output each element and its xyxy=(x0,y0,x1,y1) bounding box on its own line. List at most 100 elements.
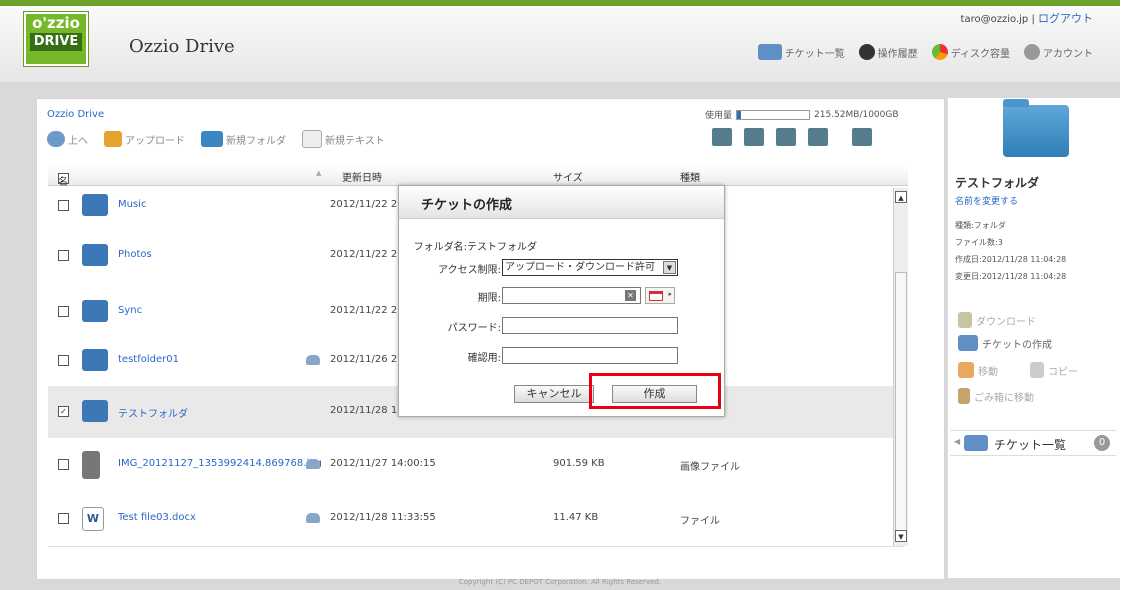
row-name[interactable]: Test file03.docx xyxy=(118,512,196,523)
row-name[interactable]: testfolder01 xyxy=(118,354,179,365)
row-checkbox[interactable]: ✓ xyxy=(58,406,69,417)
password-input[interactable] xyxy=(502,317,678,334)
row-type: 画像ファイル xyxy=(680,462,740,473)
sync-folder-icon xyxy=(82,300,108,322)
action-label: 移動 xyxy=(978,366,998,378)
logout-link[interactable]: ログアウト xyxy=(1038,12,1093,25)
ozzio-drive-logo[interactable]: o'zzio DRIVE xyxy=(24,12,88,66)
row-name[interactable]: Sync xyxy=(118,305,142,316)
row-date: 2012/11/22 2 xyxy=(330,249,398,260)
header-size[interactable]: サイズ xyxy=(553,169,583,184)
action-label: チケットの作成 xyxy=(982,339,1052,351)
separator: | xyxy=(1031,14,1035,25)
document-view-icon[interactable] xyxy=(712,128,732,146)
confirm-label: 確認用: xyxy=(467,353,501,364)
access-select-value: アップロード・ダウンロード許可 xyxy=(505,262,655,273)
row-size: 11.47 KB xyxy=(553,512,599,523)
chevron-down-icon[interactable]: ▼ xyxy=(663,261,676,274)
confirm-password-input[interactable] xyxy=(502,347,678,364)
folder-preview-icon xyxy=(1003,99,1069,157)
access-label: アクセス制限: xyxy=(438,265,501,276)
music-view-icon[interactable] xyxy=(776,128,796,146)
new-folder-button[interactable]: 新規フォルダ xyxy=(201,131,286,147)
table-row[interactable]: W Test file03.docx 2012/11/28 11:33:55 11.4… xyxy=(48,492,904,547)
scroll-down-icon[interactable]: ▼ xyxy=(895,530,907,542)
new-text-button[interactable]: 新規テキスト xyxy=(302,130,385,148)
app-title: Ozzio Drive xyxy=(129,36,235,57)
toolbar-label: 上へ xyxy=(68,135,88,147)
row-name[interactable]: テストフォルダ xyxy=(118,405,188,420)
upload-button[interactable]: アップロード xyxy=(104,131,185,147)
calendar-button[interactable]: ▸ xyxy=(645,287,675,304)
row-date: 2012/11/22 2 xyxy=(330,305,398,316)
action-label: ダウンロード xyxy=(976,316,1036,328)
gear-icon xyxy=(1024,44,1040,60)
row-name[interactable]: Music xyxy=(118,199,146,210)
row-checkbox[interactable] xyxy=(58,306,69,317)
header-type[interactable]: 種類 xyxy=(680,169,700,184)
scroll-thumb[interactable] xyxy=(895,272,907,534)
nav-history[interactable]: 操作履歴 xyxy=(858,44,918,60)
rename-link[interactable]: 名前を変更する xyxy=(955,194,1018,207)
toolbar-label: アップロード xyxy=(125,135,185,147)
user-email: taro@ozzio.jp xyxy=(960,14,1029,25)
cancel-button[interactable]: キャンセル xyxy=(514,385,594,403)
list-view-icon[interactable] xyxy=(808,128,828,146)
people-icon xyxy=(964,435,988,451)
access-select[interactable]: アップロード・ダウンロード許可 ▼ xyxy=(502,259,678,276)
row-checkbox[interactable] xyxy=(58,459,69,470)
nav-disk-usage[interactable]: ディスク容量 xyxy=(931,44,1010,60)
pie-chart-icon xyxy=(931,44,948,60)
copy-icon xyxy=(1030,362,1044,378)
dialog-titlebar: チケットの作成 xyxy=(399,186,724,219)
expiry-input[interactable]: ✕ xyxy=(502,287,641,304)
nav-label: ディスク容量 xyxy=(950,48,1010,60)
row-checkbox[interactable] xyxy=(58,513,69,524)
file-toolbar: 上へ アップロード 新規フォルダ 新規テキスト xyxy=(47,130,385,148)
photo-view-icon[interactable] xyxy=(744,128,764,146)
breadcrumb[interactable]: Ozzio Drive xyxy=(47,109,104,120)
copy-action[interactable]: コピー xyxy=(1030,362,1078,378)
folder-icon xyxy=(82,349,108,371)
shared-icon xyxy=(306,513,320,523)
move-action[interactable]: 移動 xyxy=(958,362,998,378)
row-name[interactable]: IMG_20121127_1353992414.869768.jpg xyxy=(118,458,322,469)
ticket-count-badge: 0 xyxy=(1094,435,1110,451)
list-scrollbar[interactable]: ▲ ▼ xyxy=(893,188,908,546)
new-text-icon xyxy=(302,130,322,148)
usage-label: 使用量 xyxy=(705,111,733,121)
detail-view-icon[interactable] xyxy=(852,128,872,146)
nav-account[interactable]: アカウント xyxy=(1024,44,1093,60)
ticket-list-section[interactable]: ◀ チケット一覧 0 xyxy=(950,430,1116,456)
scroll-up-icon[interactable]: ▲ xyxy=(895,191,907,203)
trash-action[interactable]: ごみ箱に移動 xyxy=(958,388,1034,404)
sort-arrow-icon: ▲ xyxy=(316,169,322,177)
row-checkbox[interactable] xyxy=(58,355,69,366)
nav-label: 操作履歴 xyxy=(877,48,918,60)
expand-arrow-icon[interactable]: ◀ xyxy=(954,437,960,446)
row-checkbox[interactable] xyxy=(58,250,69,261)
row-checkbox[interactable] xyxy=(58,200,69,211)
row-name[interactable]: Photos xyxy=(118,249,152,260)
toolbar-label: 新規テキスト xyxy=(325,135,385,147)
create-ticket-action[interactable]: チケットの作成 xyxy=(958,335,1052,351)
top-nav: チケット一覧 操作履歴 ディスク容量 アカウント xyxy=(757,44,1093,60)
ticket-list-label: チケット一覧 xyxy=(994,438,1067,452)
table-row[interactable]: IMG_20121127_1353992414.869768.jpg 2012/1… xyxy=(48,438,904,493)
move-icon xyxy=(958,362,974,378)
usage-bar-fill xyxy=(737,110,741,119)
row-date: 2012/11/28 11:33:55 xyxy=(330,512,436,523)
up-button[interactable]: 上へ xyxy=(47,131,88,147)
music-folder-icon xyxy=(82,194,108,216)
usage-bar xyxy=(736,109,811,120)
header-date[interactable]: 更新日時 xyxy=(342,169,382,184)
copyright: Copyright (C) PC DEPOT Corporation. All … xyxy=(458,578,662,586)
photos-folder-icon xyxy=(82,244,108,266)
download-action[interactable]: ダウンロード xyxy=(958,312,1036,328)
clear-icon[interactable]: ✕ xyxy=(625,290,636,301)
row-type: ファイル xyxy=(680,516,720,527)
nav-ticket-list[interactable]: チケット一覧 xyxy=(757,44,845,60)
people-icon xyxy=(757,44,782,60)
logo-line1: o'zzio xyxy=(32,14,80,32)
toolbar-label: 新規フォルダ xyxy=(226,135,286,147)
